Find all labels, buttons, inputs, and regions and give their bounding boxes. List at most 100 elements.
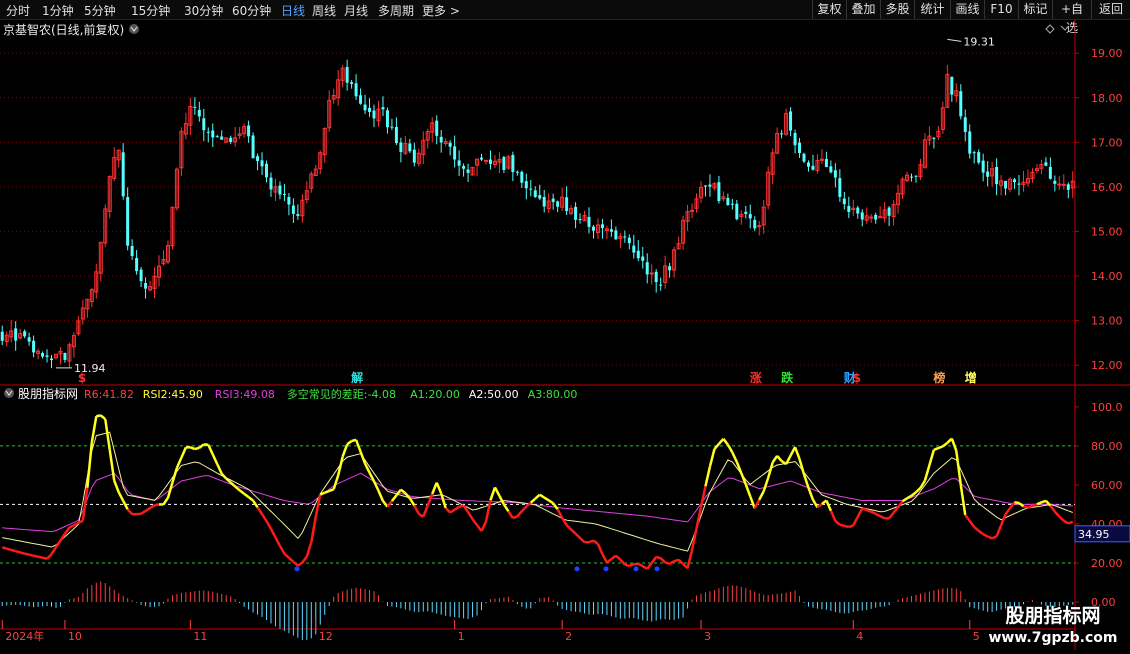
- r6-line-segment: [728, 445, 732, 453]
- r6-line-segment: [643, 566, 647, 569]
- candle-body: [458, 160, 461, 165]
- r6-line-segment: [912, 492, 916, 496]
- r6-line-segment: [871, 512, 875, 514]
- site-watermark: 股朋指标网 www.7gpzb.com: [975, 600, 1130, 650]
- settings-icon: [4, 388, 14, 398]
- r6-line-segment: [535, 495, 539, 499]
- candle-body: [986, 172, 989, 177]
- high-price-label: 19.31: [963, 35, 995, 48]
- candle-body: [995, 167, 998, 184]
- candle-body: [529, 189, 532, 190]
- candle-body: [731, 204, 734, 205]
- toolbar-button-0[interactable]: 复权: [812, 0, 846, 19]
- current-value-label: 34.95: [1078, 528, 1110, 541]
- r6-line-segment: [181, 447, 185, 457]
- period-tab-2[interactable]: 5分钟: [84, 2, 116, 19]
- candle-body: [708, 185, 711, 187]
- r6-line-segment: [490, 487, 494, 500]
- toolbar-button-1[interactable]: 叠加: [846, 0, 880, 19]
- r6-line-segment: [280, 546, 284, 554]
- r6-line-segment: [929, 450, 933, 465]
- r6-line-segment: [195, 448, 199, 449]
- candle-body: [874, 215, 877, 220]
- candle-body: [932, 138, 935, 139]
- candle-body: [543, 197, 546, 207]
- candle-body: [968, 131, 971, 153]
- toolbar-button-8[interactable]: 返回: [1091, 0, 1130, 19]
- period-tab-5[interactable]: 60分钟: [232, 2, 271, 19]
- r6-line-segment: [222, 474, 226, 479]
- r6-line-segment: [16, 551, 20, 552]
- toolbar-button-2[interactable]: 多股: [880, 0, 914, 19]
- price-tick-label: 12.00: [1091, 359, 1123, 372]
- rsi2-line: [2, 432, 1073, 551]
- r6-line-segment: [522, 507, 526, 512]
- period-tab-7[interactable]: 周线: [312, 2, 336, 19]
- period-tab-4[interactable]: 30分钟: [184, 2, 223, 19]
- r6-line-segment: [334, 475, 338, 489]
- candle-body: [888, 208, 891, 216]
- r6-line-segment: [598, 544, 602, 554]
- r6-line-segment: [146, 508, 150, 511]
- toolbar-button-6[interactable]: 标记: [1018, 0, 1052, 19]
- r6-line-segment: [652, 557, 656, 563]
- candle-body: [753, 220, 756, 229]
- svg-text:股朋指标网: 股朋指标网: [1005, 605, 1100, 627]
- r6-line-segment: [325, 491, 329, 493]
- toolbar-button-4[interactable]: 画线: [950, 0, 984, 19]
- candle-body: [834, 170, 837, 177]
- r6-line-segment: [701, 486, 705, 507]
- r6-line-segment: [1006, 508, 1010, 514]
- candle-body: [292, 206, 295, 214]
- candle-body: [1049, 167, 1052, 179]
- indicator-legend-item: R6:41.82: [84, 388, 134, 401]
- price-tick-label: 19.00: [1091, 47, 1123, 60]
- period-tab-0[interactable]: 分时: [6, 2, 30, 19]
- r6-line-segment: [849, 525, 853, 527]
- candle-body: [202, 118, 205, 130]
- period-tab-10[interactable]: 更多 >: [422, 2, 460, 19]
- period-tab-9[interactable]: 多周期: [378, 2, 414, 19]
- candle-body: [23, 331, 26, 336]
- r6-line-segment: [329, 489, 333, 491]
- candle-body: [717, 182, 720, 201]
- r6-line-segment: [155, 504, 159, 505]
- candle-body: [829, 166, 832, 172]
- period-tab-3[interactable]: 15分钟: [131, 2, 170, 19]
- candle-body: [467, 169, 470, 172]
- candle-body: [798, 143, 801, 153]
- r6-line-segment: [764, 478, 768, 491]
- period-tab-1[interactable]: 1分钟: [42, 2, 74, 19]
- r6-line-segment: [602, 554, 606, 562]
- candle-body: [261, 160, 264, 166]
- r6-line-segment: [732, 452, 736, 462]
- candle-body: [296, 214, 299, 216]
- period-tab-6[interactable]: 日线: [281, 2, 305, 19]
- candle-body: [861, 212, 864, 219]
- toolbar-button-5[interactable]: F10: [984, 0, 1018, 19]
- candle-body: [520, 172, 523, 183]
- time-label: 3: [704, 630, 711, 643]
- r6-line-segment: [199, 444, 203, 447]
- r6-line-segment: [903, 498, 907, 501]
- candle-body: [856, 208, 859, 214]
- period-tab-8[interactable]: 月线: [344, 2, 368, 19]
- price-tick-label: 13.00: [1091, 315, 1123, 328]
- candle-body: [950, 77, 953, 95]
- r6-line-segment: [69, 525, 73, 527]
- time-label: 1: [458, 630, 465, 643]
- candle-body: [637, 251, 640, 259]
- r6-line-segment: [423, 505, 427, 516]
- r6-line-segment: [705, 467, 709, 487]
- toolbar-button-7[interactable]: +自选: [1052, 0, 1091, 19]
- toolbar-button-3[interactable]: 统计: [914, 0, 950, 19]
- r6-line-segment: [1037, 502, 1041, 504]
- candle-body: [135, 258, 138, 271]
- r6-line-segment: [504, 504, 508, 511]
- candle-body: [789, 111, 792, 130]
- r6-line-segment: [105, 419, 109, 450]
- chart-canvas[interactable]: 12.0013.0014.0015.0016.0017.0018.0019.00…: [0, 20, 1130, 650]
- candle-body: [556, 201, 559, 206]
- candle-body: [735, 204, 738, 219]
- candle-body: [355, 83, 358, 96]
